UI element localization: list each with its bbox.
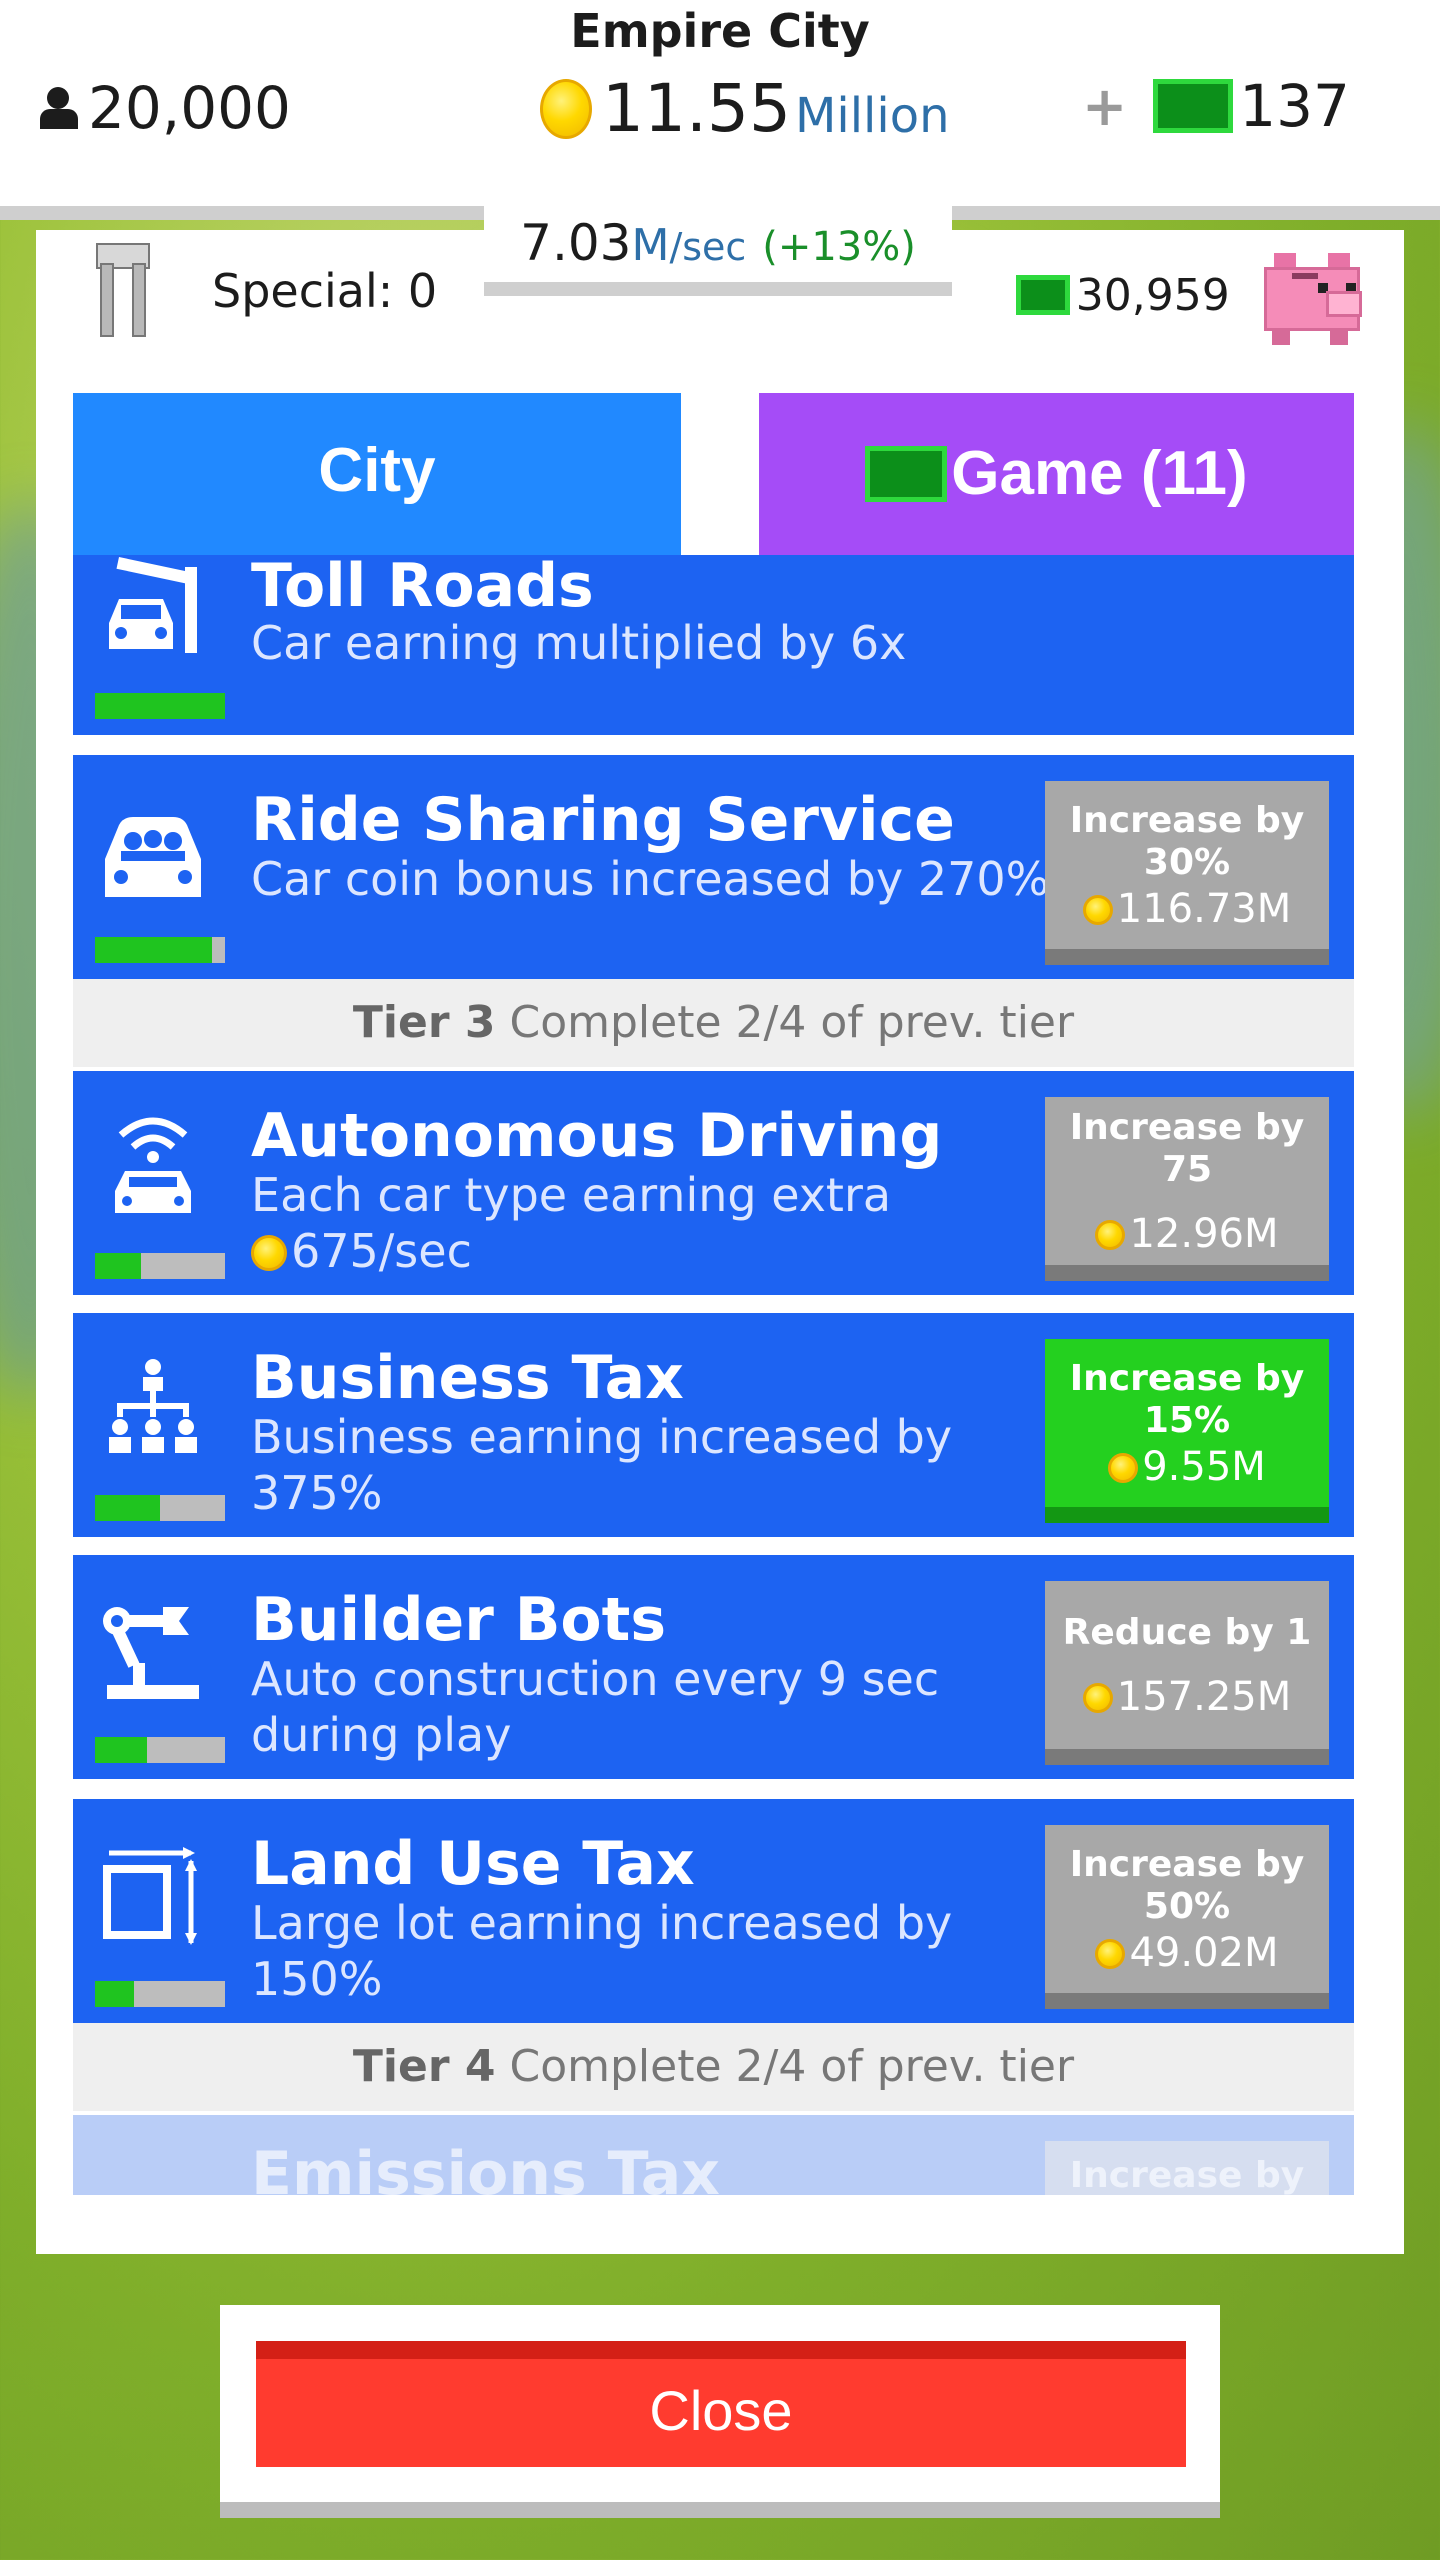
upgrade-buy-button[interactable]: Reduce by 1 157.25M: [1045, 1581, 1329, 1765]
upgrade-progress: [95, 1981, 225, 2007]
upgrade-title: Autonomous Driving: [251, 1101, 943, 1171]
cash-icon: [1016, 275, 1070, 315]
upgrade-buy-button[interactable]: Increase by 75 12.96M: [1045, 1097, 1329, 1281]
upgrade-progress: [95, 1253, 225, 1279]
coin-icon: [1095, 1220, 1126, 1250]
tab-city[interactable]: City: [73, 393, 681, 555]
rate-per: /sec: [669, 225, 747, 269]
action-cost: 49.02M: [1045, 1932, 1329, 1974]
tier-name: Tier 4: [352, 2041, 496, 2092]
upgrade-buy-button: Increase by: [1045, 2141, 1329, 2195]
upgrade-autonomous-driving: Autonomous Driving Each car type earning…: [73, 1071, 1354, 1295]
upgrade-business-tax: Business Tax Business earning increased …: [73, 1313, 1354, 1537]
close-button[interactable]: Close: [256, 2341, 1186, 2467]
tier-requirement: Complete 2/4 of prev. tier: [509, 997, 1075, 1048]
upgrade-land-use-tax: Land Use Tax Large lot earning increased…: [73, 1799, 1354, 2023]
upgrade-desc: Business earning increased by 375%: [251, 1410, 953, 1520]
cash-value: 137: [1239, 72, 1350, 140]
add-cash-icon[interactable]: +: [1082, 75, 1127, 138]
action-cost: 9.55M: [1045, 1446, 1329, 1488]
cash-icon: [1153, 79, 1234, 133]
upgrade-title: Emissions Tax: [251, 2139, 720, 2195]
coin-icon: [1082, 895, 1113, 925]
tab-game[interactable]: Game (11): [759, 393, 1354, 555]
action-label: Reduce by 1: [1062, 1612, 1312, 1653]
action-cost: 116.73M: [1045, 888, 1329, 930]
tab-game-label: Game (11): [951, 439, 1248, 508]
toll-gate-icon: [109, 557, 197, 653]
upgrade-progress: [95, 693, 225, 719]
upgrade-progress: [95, 937, 225, 963]
coins-value: 11.55: [602, 70, 791, 147]
rate-unit: M: [631, 220, 670, 271]
upgrade-emissions-tax: Emissions Tax Increase by: [73, 2115, 1354, 2195]
action-label: Increase by 15%: [1069, 1358, 1305, 1441]
action-label: Increase by 50%: [1069, 1844, 1305, 1927]
arch-gate-icon: [96, 243, 150, 339]
cash-stat[interactable]: + 137: [1082, 72, 1350, 140]
upgrade-title: Business Tax: [251, 1343, 684, 1413]
robot-arm-icon: [103, 1607, 199, 1699]
car-passengers-icon: [105, 817, 201, 897]
upgrade-title: Toll Roads: [251, 555, 594, 621]
coins-stat: 11.55 Million: [540, 70, 950, 147]
coin-icon: [1095, 1939, 1126, 1969]
rate-percent: (+13%): [762, 224, 916, 270]
coin-icon: [1082, 1683, 1113, 1713]
upgrade-buy-button[interactable]: Increase by 50% 49.02M: [1045, 1825, 1329, 2009]
upgrade-progress: [95, 1737, 225, 1763]
tier-header: Tier 4 Complete 2/4 of prev. tier: [73, 2023, 1354, 2111]
piggy-bank-icon[interactable]: [1256, 245, 1362, 345]
upgrade-buy-button[interactable]: Increase by 15% 9.55M: [1045, 1339, 1329, 1523]
upgrade-title: Builder Bots: [251, 1585, 667, 1655]
person-icon: [38, 85, 80, 131]
tier-name: Tier 3: [352, 997, 496, 1048]
upgrade-ride-sharing: Ride Sharing Service Car coin bonus incr…: [73, 755, 1354, 979]
coin-icon: [540, 78, 592, 139]
wifi-car-icon: [115, 1117, 191, 1213]
org-chart-icon: [109, 1359, 197, 1453]
top-status-bar: Empire City 20,000 11.55 Million + 137: [0, 0, 1440, 206]
action-label: Increase by 75: [1069, 1107, 1305, 1190]
upgrade-progress: [95, 1495, 225, 1521]
action-label: Increase by: [1069, 2155, 1305, 2195]
income-rate: 7.03M/sec (+13%): [484, 204, 952, 296]
cash-icon: [865, 446, 948, 502]
upgrade-title: Ride Sharing Service: [251, 785, 955, 855]
action-cost: 157.25M: [1045, 1676, 1329, 1718]
upgrade-toll-roads: Toll Roads Car earning multiplied by 6x: [73, 555, 1354, 735]
coin-icon: [1108, 1453, 1139, 1483]
rate-value: 7.03: [520, 214, 632, 272]
close-button-frame: Close: [220, 2305, 1220, 2518]
piggy-bank[interactable]: 30,959: [1016, 240, 1362, 350]
upgrade-buy-button[interactable]: Increase by 30% 116.73M: [1045, 781, 1329, 965]
special-label: Special: 0: [212, 264, 438, 318]
upgrade-desc: Car earning multiplied by 6x: [251, 616, 907, 670]
coins-unit: Million: [794, 87, 950, 144]
upgrade-desc: Auto construction every 9 sec during pla…: [251, 1652, 940, 1762]
coin-icon: [251, 1235, 287, 1271]
special-counter: Special: 0: [74, 236, 454, 346]
lot-resize-icon: [103, 1847, 197, 1945]
action-label: Increase by 30%: [1069, 800, 1305, 883]
action-cost: 12.96M: [1045, 1213, 1329, 1255]
upgrade-builder-bots: Builder Bots Auto construction every 9 s…: [73, 1555, 1354, 1779]
tier-header: Tier 3 Complete 2/4 of prev. tier: [73, 979, 1354, 1067]
upgrade-title: Land Use Tax: [251, 1829, 695, 1899]
tier-requirement: Complete 2/4 of prev. tier: [509, 2041, 1075, 2092]
city-name: Empire City: [570, 4, 870, 58]
upgrade-desc: Car coin bonus increased by 270%: [251, 852, 1050, 906]
population-value: 20,000: [88, 74, 291, 142]
upgrade-desc: Large lot earning increased by 150%: [251, 1896, 953, 2006]
upgrade-desc: Each car type earning extra 675/sec: [251, 1168, 892, 1278]
population-stat: 20,000: [38, 74, 291, 142]
upgrade-list[interactable]: Toll Roads Car earning multiplied by 6x …: [73, 555, 1354, 2195]
bank-value: 30,959: [1075, 269, 1230, 321]
